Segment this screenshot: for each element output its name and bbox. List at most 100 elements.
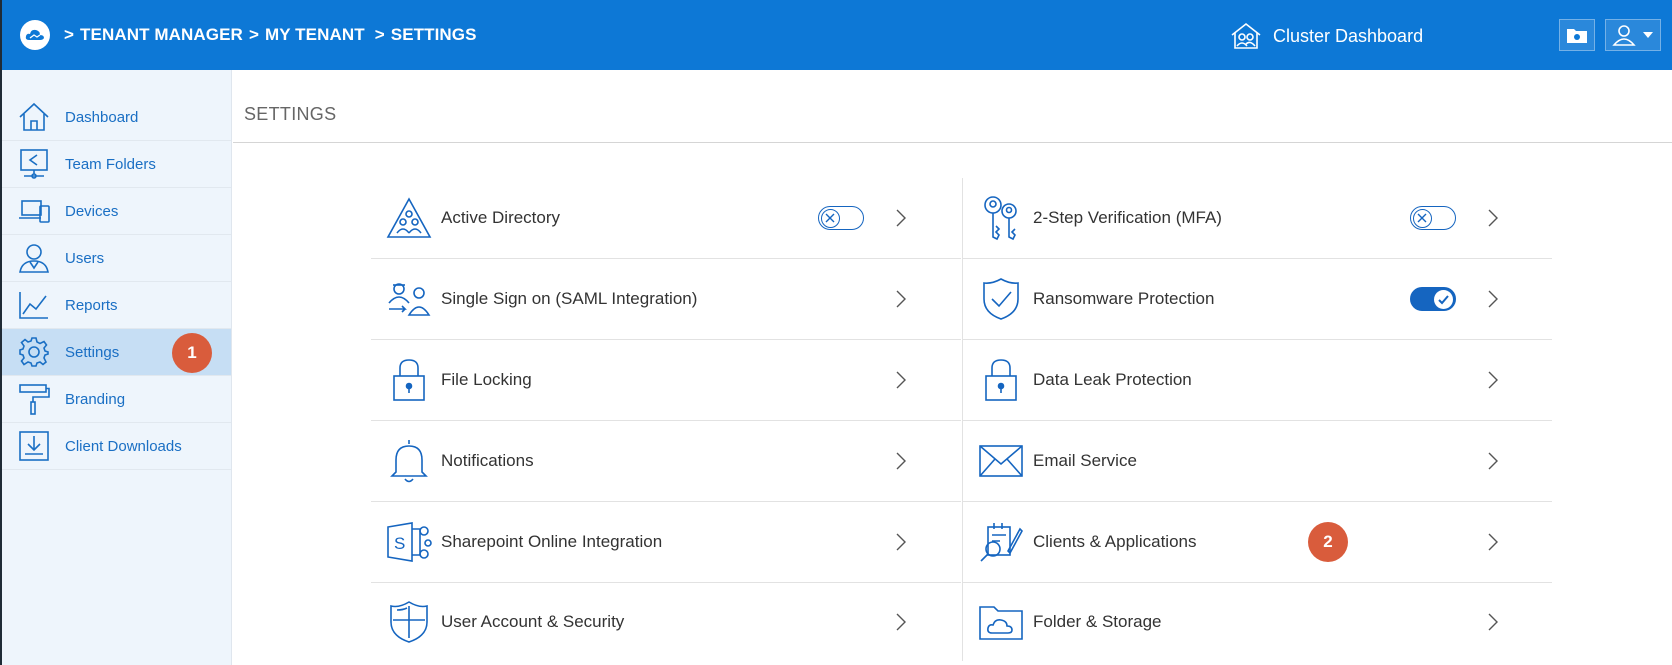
settings-item-email-service[interactable]: Email Service <box>963 421 1552 502</box>
sidebar-top-spacer <box>2 70 231 94</box>
chevron-right-icon[interactable] <box>1486 289 1500 309</box>
active-directory-icon <box>385 194 433 242</box>
step-badge: 2 <box>1308 522 1348 562</box>
settings-item-data-leak[interactable]: Data Leak Protection <box>963 340 1552 421</box>
settings-item-mfa[interactable]: 2-Step Verification (MFA) <box>963 178 1552 259</box>
home-icon <box>18 101 50 133</box>
settings-item-label: Single Sign on (SAML Integration) <box>441 289 698 308</box>
chevron-right-icon[interactable] <box>1486 612 1500 632</box>
sidebar-item-label: Dashboard <box>65 108 139 126</box>
breadcrumb-my-tenant[interactable]: MY TENANT <box>265 25 365 45</box>
app-logo-icon[interactable] <box>20 20 50 50</box>
breadcrumb-tenant-manager[interactable]: TENANT MANAGER <box>80 25 243 45</box>
settings-item-file-locking[interactable]: File Locking <box>371 340 961 421</box>
toggle-knob <box>1413 208 1432 228</box>
chart-icon <box>18 289 50 321</box>
settings-item-label: Email Service <box>1033 451 1137 470</box>
breadcrumb: > TENANT MANAGER > MY TENANT > SETTINGS <box>64 25 483 45</box>
chevron-right-icon[interactable] <box>894 289 908 309</box>
paint-roller-icon <box>18 383 50 415</box>
breadcrumb-separator: > <box>374 25 385 44</box>
mfa-toggle[interactable] <box>1410 206 1456 230</box>
sso-icon <box>385 275 433 323</box>
sidebar-item-label: Team Folders <box>65 155 156 173</box>
sidebar-item-label: Users <box>65 249 105 267</box>
gear-icon <box>18 336 50 368</box>
settings-item-folder-storage[interactable]: Folder & Storage <box>963 583 1552 661</box>
settings-list-left: Active Directory Single Sign on (SAML In… <box>371 178 961 661</box>
settings-item-sharepoint[interactable]: S Sharepoint Online Integration <box>371 502 961 583</box>
chevron-right-icon[interactable] <box>894 451 908 471</box>
sidebar-item-devices[interactable]: Devices <box>2 188 231 235</box>
chevron-right-icon[interactable] <box>894 612 908 632</box>
active-directory-toggle[interactable] <box>818 206 864 230</box>
chevron-right-icon[interactable] <box>894 532 908 552</box>
settings-item-notifications[interactable]: Notifications <box>371 421 961 502</box>
sidebar-item-settings[interactable]: Settings 1 <box>2 329 231 376</box>
sidebar-item-client-downloads[interactable]: Client Downloads <box>2 423 231 470</box>
sidebar-item-label: Reports <box>65 296 118 314</box>
top-bar: > TENANT MANAGER > MY TENANT > SETTINGS … <box>2 0 1672 70</box>
page-title: SETTINGS <box>244 104 337 124</box>
toggle-knob <box>821 208 840 228</box>
chevron-right-icon[interactable] <box>1486 451 1500 471</box>
clients-apps-icon <box>977 518 1025 566</box>
breadcrumb-separator: > <box>248 25 259 44</box>
settings-item-label: User Account & Security <box>441 612 625 631</box>
cluster-dashboard-label: Cluster Dashboard <box>1273 25 1424 46</box>
folder-cloud-icon <box>977 598 1025 646</box>
user-menu-button[interactable] <box>1605 19 1661 51</box>
bell-icon <box>385 437 433 485</box>
user-icon <box>18 242 50 274</box>
settings-item-ransomware[interactable]: Ransomware Protection <box>963 259 1552 340</box>
settings-item-label: Data Leak Protection <box>1033 370 1192 389</box>
devices-icon <box>18 195 50 227</box>
cluster-dashboard-link[interactable]: Cluster Dashboard <box>1229 20 1423 52</box>
caret-down-icon <box>1643 32 1653 38</box>
sidebar-item-reports[interactable]: Reports <box>2 282 231 329</box>
chevron-right-icon[interactable] <box>1486 370 1500 390</box>
settings-item-label: Ransomware Protection <box>1033 289 1215 308</box>
toggle-knob <box>1434 289 1453 309</box>
sidebar-item-dashboard[interactable]: Dashboard <box>2 94 231 141</box>
folder-button[interactable] <box>1559 19 1595 51</box>
sidebar-item-branding[interactable]: Branding <box>2 376 231 423</box>
settings-item-clients-applications[interactable]: Clients & Applications 2 <box>963 502 1552 583</box>
step-badge: 1 <box>172 333 212 373</box>
house-users-icon <box>1231 22 1261 49</box>
team-folders-icon <box>18 148 50 180</box>
folder-icon <box>1567 29 1587 43</box>
settings-item-label: Notifications <box>441 451 534 470</box>
chevron-right-icon[interactable] <box>894 208 908 228</box>
settings-item-active-directory[interactable]: Active Directory <box>371 178 961 259</box>
chevron-right-icon[interactable] <box>894 370 908 390</box>
download-icon <box>18 430 50 462</box>
sidebar: Dashboard Team Folders Devices Users Rep… <box>2 70 232 665</box>
sidebar-item-label: Settings <box>65 343 120 361</box>
chevron-right-icon[interactable] <box>1486 532 1500 552</box>
sidebar-item-team-folders[interactable]: Team Folders <box>2 141 231 188</box>
lock-icon <box>385 356 433 404</box>
settings-item-label: Sharepoint Online Integration <box>441 532 663 551</box>
settings-item-label: Clients & Applications <box>1033 532 1197 551</box>
keys-icon <box>977 194 1025 242</box>
envelope-icon <box>977 437 1025 485</box>
user-icon <box>1612 25 1636 46</box>
sharepoint-icon: S <box>385 518 433 566</box>
chevron-right-icon[interactable] <box>1486 208 1500 228</box>
settings-item-sso[interactable]: Single Sign on (SAML Integration) <box>371 259 961 340</box>
sidebar-item-users[interactable]: Users <box>2 235 231 282</box>
breadcrumb-settings: SETTINGS <box>390 25 477 44</box>
shield-check-icon <box>977 275 1025 323</box>
breadcrumb-separator: > <box>64 25 75 44</box>
settings-list-right: 2-Step Verification (MFA) Ransomware Pro… <box>962 178 1552 661</box>
settings-item-label: File Locking <box>441 370 532 389</box>
svg-text:S: S <box>394 534 405 553</box>
settings-item-user-account-security[interactable]: User Account & Security <box>371 583 961 661</box>
ransomware-toggle[interactable] <box>1410 287 1456 311</box>
settings-item-label: Folder & Storage <box>1033 612 1162 631</box>
sidebar-item-label: Client Downloads <box>65 437 182 455</box>
shield-icon <box>385 598 433 646</box>
lock-icon <box>977 356 1025 404</box>
settings-item-label: 2-Step Verification (MFA) <box>1033 208 1222 227</box>
